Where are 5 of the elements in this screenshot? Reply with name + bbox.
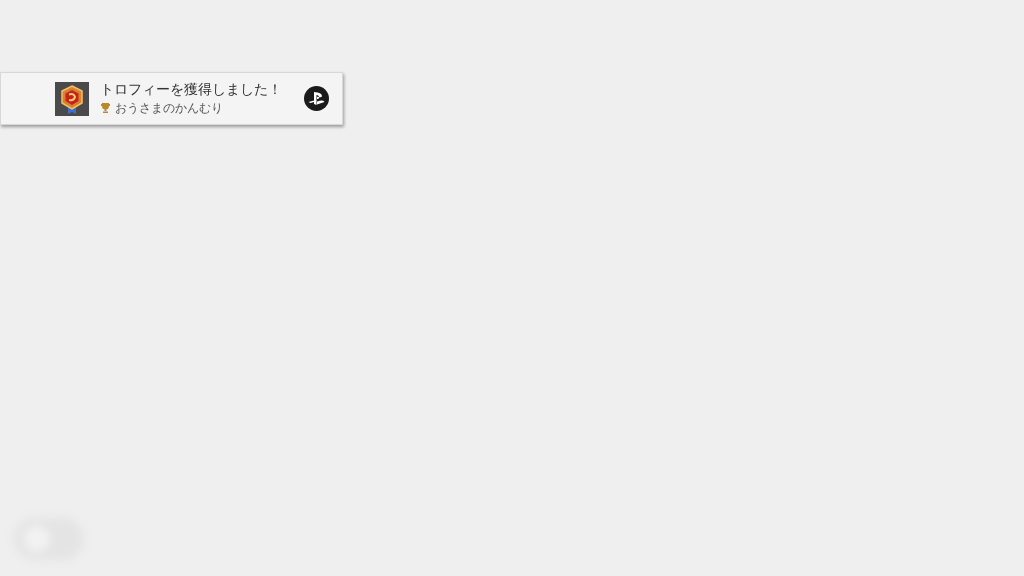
trophy-name: おうさまのかんむり bbox=[115, 100, 223, 116]
medal-icon bbox=[55, 81, 89, 116]
notification-title: トロフィーを獲得しました！ bbox=[100, 81, 282, 99]
trophy-icon bbox=[100, 102, 111, 115]
playstation-logo-icon bbox=[304, 86, 329, 111]
